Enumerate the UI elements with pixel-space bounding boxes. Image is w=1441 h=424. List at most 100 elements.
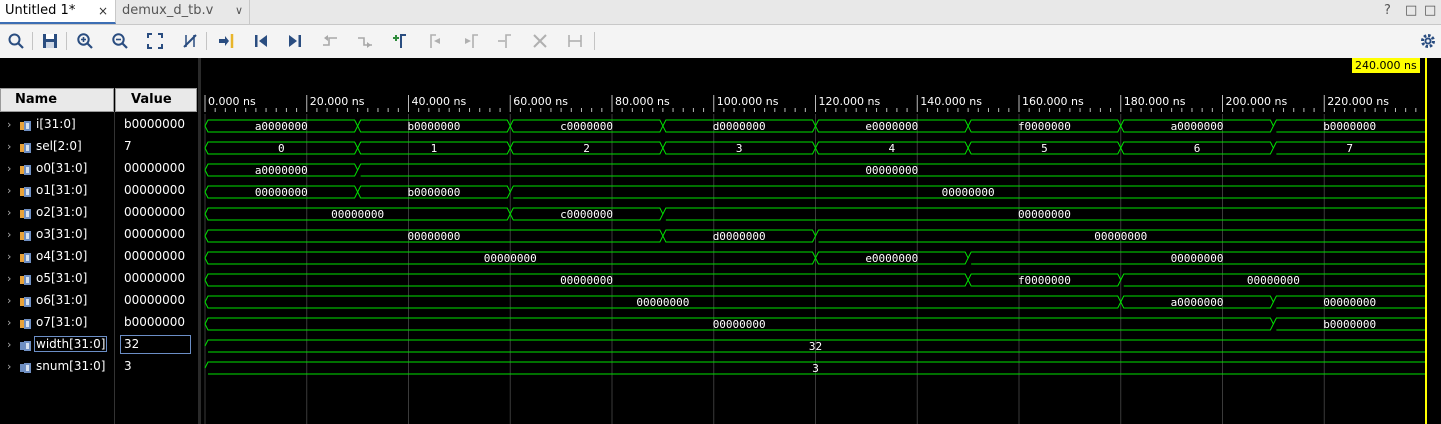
- signal-name[interactable]: snum[31:0]: [36, 359, 105, 373]
- close-icon[interactable]: ×: [98, 0, 108, 22]
- parameter-icon: [20, 363, 31, 373]
- swap-cursor-icon[interactable]: [180, 31, 200, 51]
- value-column-header[interactable]: Value: [115, 88, 197, 112]
- zoom-out-icon[interactable]: [110, 31, 130, 51]
- delete-marker-icon[interactable]: [530, 31, 550, 51]
- zoom-in-icon[interactable]: [75, 31, 95, 51]
- restore-icon[interactable]: □: [1405, 0, 1417, 24]
- name-column-header[interactable]: Name: [0, 88, 114, 112]
- maximize-icon[interactable]: □: [1424, 0, 1436, 24]
- waveform-canvas[interactable]: 0.000 ns 20.000 ns 40.000 ns 60.000 ns 80.00…: [201, 58, 1441, 424]
- tab-label: demux_d_tb.v: [122, 3, 214, 18]
- signal-name[interactable]: sel[2:0]: [36, 139, 82, 153]
- signal-value: 00000000: [124, 161, 186, 175]
- signal-value: 32: [124, 337, 140, 351]
- expand-chevron-icon[interactable]: ›: [7, 360, 11, 373]
- signal-name[interactable]: i[31:0]: [36, 117, 76, 131]
- signal-row[interactable]: › o3[31:0] 00000000: [0, 225, 198, 247]
- signal-name[interactable]: o1[31:0]: [36, 183, 87, 197]
- search-icon[interactable]: [6, 31, 26, 51]
- go-to-end-icon[interactable]: [285, 31, 305, 51]
- expand-chevron-icon[interactable]: ›: [7, 338, 11, 351]
- bus-signal-icon: [20, 187, 31, 197]
- next-marker-icon[interactable]: [460, 31, 480, 51]
- add-marker-icon[interactable]: [390, 31, 410, 51]
- signal-row[interactable]: › snum[31:0] 3: [0, 357, 198, 379]
- signal-value: 7: [124, 139, 132, 153]
- expand-chevron-icon[interactable]: ›: [7, 184, 11, 197]
- expand-chevron-icon[interactable]: ›: [7, 250, 11, 263]
- bus-value-label: 0: [278, 142, 285, 155]
- parameter-icon: [20, 341, 31, 351]
- ruler-tick-label: 200.000 ns: [1226, 95, 1288, 108]
- bus-value-label: 00000000: [1018, 208, 1071, 221]
- signal-name[interactable]: o5[31:0]: [36, 271, 87, 285]
- signal-row[interactable]: › o1[31:0] 00000000: [0, 181, 198, 203]
- bus-signal-icon: [20, 319, 31, 329]
- signal-name[interactable]: o6[31:0]: [36, 293, 87, 307]
- signal-name[interactable]: o7[31:0]: [36, 315, 87, 329]
- tab-demux-d-tb[interactable]: demux_d_tb.v ∨: [116, 0, 250, 24]
- signal-row[interactable]: › o4[31:0] 00000000: [0, 247, 198, 269]
- go-to-start-icon[interactable]: [251, 31, 271, 51]
- expand-chevron-icon[interactable]: ›: [7, 206, 11, 219]
- bus-value-label: 00000000: [636, 296, 689, 309]
- bus-value-label: f0000000: [1018, 274, 1071, 287]
- bus-value-label: a0000000: [1171, 296, 1224, 309]
- go-to-cursor-icon[interactable]: [216, 31, 236, 51]
- signal-value: 00000000: [124, 249, 186, 263]
- ruler-tick-label: 100.000 ns: [717, 95, 779, 108]
- previous-transition-icon[interactable]: [320, 31, 340, 51]
- help-icon[interactable]: ?: [1384, 0, 1391, 24]
- zoom-fit-icon[interactable]: [145, 31, 165, 51]
- bus-value-label: c0000000: [560, 120, 613, 133]
- signal-row[interactable]: › o2[31:0] 00000000: [0, 203, 198, 225]
- tab-untitled-1[interactable]: Untitled 1* ×: [0, 0, 116, 24]
- signal-row[interactable]: › o0[31:0] 00000000: [0, 159, 198, 181]
- signal-name[interactable]: o0[31:0]: [36, 161, 87, 175]
- signal-name[interactable]: width[31:0]: [33, 336, 108, 352]
- signal-row[interactable]: › o5[31:0] 00000000: [0, 269, 198, 291]
- expand-chevron-icon[interactable]: ›: [7, 162, 11, 175]
- save-icon[interactable]: [40, 31, 60, 51]
- bus-value-label: 3: [736, 142, 743, 155]
- expand-chevron-icon[interactable]: ›: [7, 272, 11, 285]
- bus-value-label: 00000000: [484, 252, 537, 265]
- signal-row[interactable]: › o7[31:0] b0000000: [0, 313, 198, 335]
- bus-signal-icon: [20, 121, 31, 131]
- swap-marker-icon[interactable]: [495, 31, 515, 51]
- ruler-tick-label: 40.000 ns: [412, 95, 467, 108]
- signal-row[interactable]: › sel[2:0] 7: [0, 137, 198, 159]
- bus-value-label: 00000000: [713, 318, 766, 331]
- chevron-down-icon[interactable]: ∨: [235, 0, 243, 22]
- signal-name[interactable]: o3[31:0]: [36, 227, 87, 241]
- signal-value: 00000000: [124, 271, 186, 285]
- settings-icon[interactable]: [1418, 31, 1438, 51]
- expand-chevron-icon[interactable]: ›: [7, 228, 11, 241]
- waveform-row[interactable]: 3: [204, 361, 1426, 375]
- signal-value: 00000000: [124, 205, 186, 219]
- expand-chevron-icon[interactable]: ›: [7, 118, 11, 131]
- ruler-tick-label: 220.000 ns: [1327, 95, 1389, 108]
- bus-value-label: 32: [809, 340, 822, 353]
- bus-value-label: a0000000: [255, 120, 308, 133]
- expand-chevron-icon[interactable]: ›: [7, 140, 11, 153]
- signal-row[interactable]: › i[31:0] b0000000: [0, 115, 198, 137]
- expand-chevron-icon[interactable]: ›: [7, 316, 11, 329]
- signal-row[interactable]: › o6[31:0] 00000000: [0, 291, 198, 313]
- measure-icon[interactable]: [565, 31, 585, 51]
- previous-marker-icon[interactable]: [425, 31, 445, 51]
- signal-name[interactable]: o4[31:0]: [36, 249, 87, 263]
- signal-row[interactable]: › width[31:0] 32: [0, 335, 198, 357]
- toolbar: [0, 25, 1441, 58]
- ruler-tick-label: 180.000 ns: [1124, 95, 1186, 108]
- signal-name[interactable]: o2[31:0]: [36, 205, 87, 219]
- ruler-tick-label: 140.000 ns: [920, 95, 982, 108]
- bus-value-label: b0000000: [1323, 318, 1376, 331]
- waveform-row[interactable]: 32: [204, 339, 1426, 353]
- expand-chevron-icon[interactable]: ›: [7, 294, 11, 307]
- next-transition-icon[interactable]: [355, 31, 375, 51]
- waveform-area[interactable]: 0.000 ns 20.000 ns 40.000 ns 60.000 ns 80.00…: [201, 58, 1441, 424]
- bus-value-label: 00000000: [255, 186, 308, 199]
- bus-value-label: f0000000: [1018, 120, 1071, 133]
